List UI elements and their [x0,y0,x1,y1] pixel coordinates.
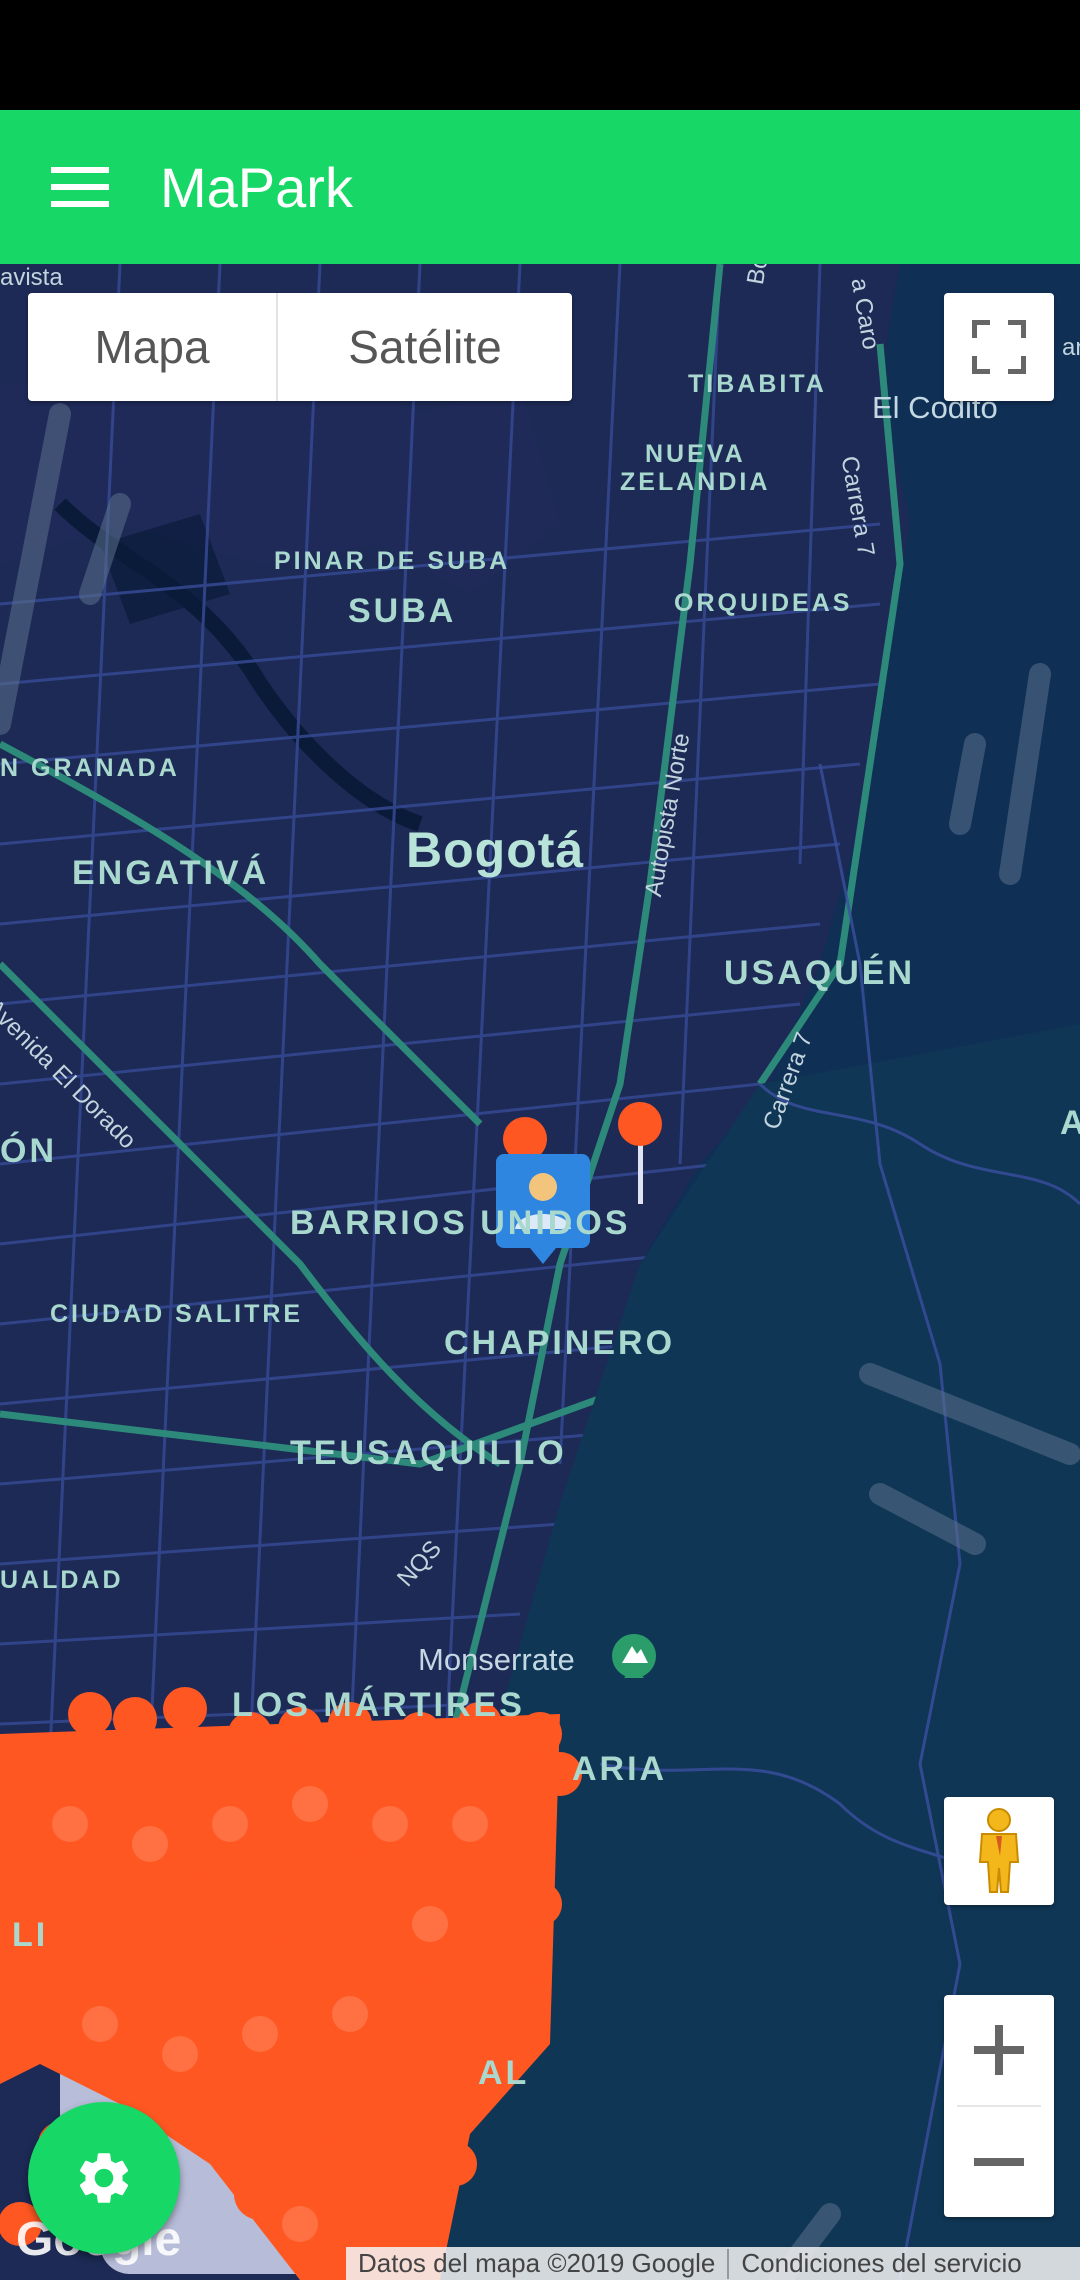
map-label-zelandia: ZELANDIA [620,468,771,496]
plus-icon [974,2025,1024,2075]
map-label-a: A [1060,1104,1080,1142]
menu-icon [51,167,109,207]
zoom-out-button[interactable] [944,2107,1054,2217]
attribution-data[interactable]: Datos del mapa ©2019 Google [346,2248,727,2279]
map-label-teusaquillo: TEUSAQUILLO [290,1434,567,1472]
street-view-button[interactable] [944,1797,1054,1905]
map-label-chapinero: CHAPINERO [444,1324,676,1362]
map-label-suba: SUBA [348,592,457,630]
map-label-salitre: CIUDAD SALITRE [50,1300,304,1328]
map-label-avista: avista [0,264,63,291]
map-label-on: ÓN [0,1132,57,1170]
status-bar [0,0,1080,110]
map-label-city: Bogotá [406,822,585,878]
menu-button[interactable] [0,110,160,264]
monserrate-poi-icon[interactable] [612,1634,656,1678]
map-attribution: Datos del mapa ©2019 Google Condiciones … [346,2247,1080,2280]
map-view[interactable]: avista Bogotá a Caro an TIBABITA El Codi… [0,264,1080,2280]
map-label-nueva: NUEVA [645,440,746,468]
zoom-controls [944,1995,1054,2217]
map-label-li: LI [12,1916,49,1954]
zoom-in-button[interactable] [944,1995,1054,2105]
map-label-an: an [1062,334,1080,361]
minus-icon [974,2158,1024,2166]
gear-icon [79,2153,129,2203]
map-label-engativa: ENGATIVÁ [72,854,270,892]
map-type-mapa-button[interactable]: Mapa [28,293,278,401]
map-label-tibabita: TIBABITA [688,370,827,398]
map-label-barrios: BARRIOS UNIDOS [290,1204,631,1242]
map-label-orquideas: ORQUIDEAS [674,589,853,617]
fullscreen-button[interactable] [944,293,1054,401]
map-label-usaquen: USAQUÉN [724,954,916,992]
map-type-toggle: Mapa Satélite [28,293,572,401]
map-label-aria: ARIA [572,1750,668,1788]
fullscreen-icon [972,320,1026,374]
attribution-terms[interactable]: Condiciones del servicio [729,2248,1033,2279]
map-label-granada: N GRANADA [0,754,180,782]
map-label-martires: LOS MÁRTIRES [232,1686,525,1724]
map-base [0,264,1080,2280]
pegman-icon [978,1808,1020,1893]
map-type-satellite-button[interactable]: Satélite [278,293,572,401]
place-label-monserrate: Monserrate [418,1642,575,1677]
map-label-ualdad: UALDAD [0,1566,124,1594]
settings-fab-button[interactable] [28,2102,180,2254]
app-title: MaPark [160,155,353,219]
app-bar: MaPark [0,110,1080,264]
map-label-pinar: PINAR DE SUBA [274,547,511,575]
map-label-al: AL [478,2054,530,2092]
